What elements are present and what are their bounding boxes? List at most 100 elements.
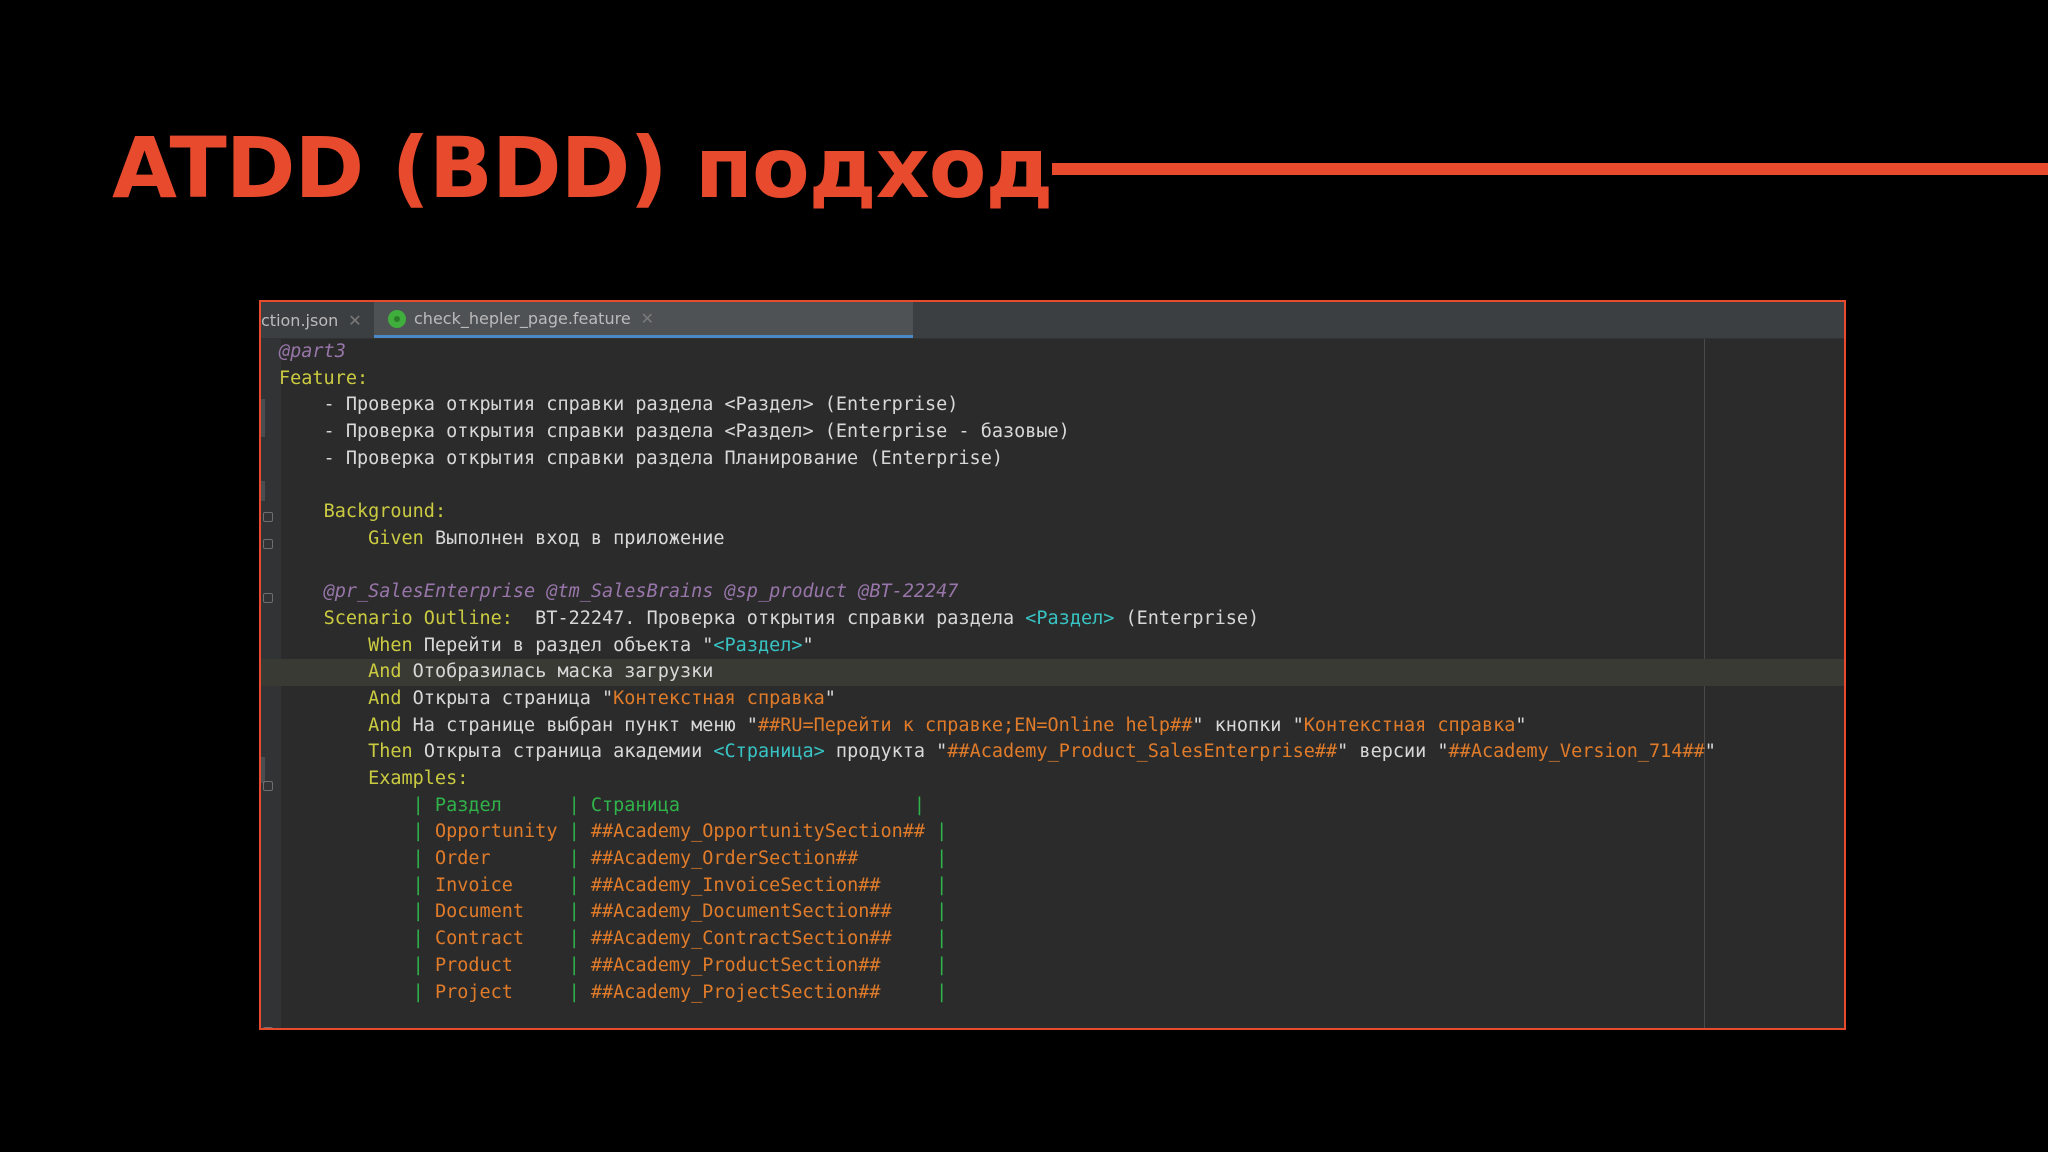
code-token: " — [824, 687, 836, 709]
code-token: And — [368, 661, 413, 683]
code-token: | — [412, 821, 435, 843]
code-token: BT-22247. Проверка открытия справки разд… — [524, 607, 1026, 629]
code-line[interactable] — [279, 553, 1844, 580]
code-token: Feature: — [279, 367, 369, 389]
code-token: Открыта страница академии — [423, 741, 714, 763]
fold-icon[interactable] — [263, 539, 273, 549]
code-line[interactable]: Given Выполнен вход в приложение — [279, 526, 1844, 553]
code-token: ##Academy_InvoiceSection## — [590, 874, 926, 896]
code-line[interactable]: - Проверка открытия справки раздела <Раз… — [279, 419, 1844, 446]
code-token: When — [368, 634, 424, 656]
code-token: Background: — [323, 501, 447, 523]
code-token: ##Academy_Product_SalesEnterprise## — [947, 741, 1338, 763]
code-token: @pr_SalesEnterprise @tm_SalesBrains @sp_… — [323, 581, 959, 603]
fold-icon[interactable] — [263, 593, 273, 603]
code-token: <Раздел> — [713, 634, 803, 656]
code-token: | — [925, 848, 948, 870]
code-line[interactable]: Feature: — [279, 366, 1844, 393]
code-token: | — [412, 954, 435, 976]
code-token: ##Academy_ContractSection## — [590, 928, 926, 950]
code-line[interactable]: And Отобразилась маска загрузки — [261, 659, 1844, 686]
code-token: | — [557, 874, 591, 896]
fold-icon[interactable] — [263, 1027, 273, 1028]
code-token: <Страница> — [713, 741, 825, 763]
code-area[interactable]: @part3 Feature: - Проверка открытия справ… — [261, 339, 1844, 1007]
code-line[interactable]: - Проверка открытия справки раздела <Раз… — [279, 392, 1844, 419]
code-token: - Проверка открытия справки раздела <Раз… — [279, 421, 1070, 443]
code-line[interactable]: - Проверка открытия справки раздела План… — [279, 446, 1844, 473]
tab-action-json[interactable]: ction.json ✕ — [261, 302, 372, 338]
code-token: Opportunity — [434, 821, 558, 843]
code-token: (Enterprise) — [1114, 607, 1260, 629]
code-line[interactable]: And На странице выбран пункт меню "##RU=… — [279, 713, 1844, 740]
code-line[interactable]: | Project | ##Academy_ProjectSection## | — [279, 980, 1844, 1007]
code-line[interactable]: @part3 — [279, 339, 1844, 366]
code-token: | — [557, 821, 591, 843]
code-line[interactable]: Then Открыта страница академии <Страница… — [279, 739, 1844, 766]
code-line[interactable]: | Document | ##Academy_DocumentSection##… — [279, 899, 1844, 926]
code-token: Открыта страница " — [412, 687, 614, 709]
code-token: | — [557, 981, 591, 1003]
code-line[interactable]: | Opportunity | ##Academy_OpportunitySec… — [279, 819, 1844, 846]
code-token: @part3 — [279, 341, 346, 362]
code-token: продукта " — [824, 741, 948, 763]
code-line[interactable]: When Перейти в раздел объекта "<Раздел>" — [279, 633, 1844, 660]
code-token: ##Academy_DocumentSection## — [590, 901, 926, 923]
code-line[interactable]: | Order | ##Academy_OrderSection## | — [279, 846, 1844, 873]
code-token: ##Academy_Version_714## — [1448, 741, 1705, 763]
code-line[interactable]: @pr_SalesEnterprise @tm_SalesBrains @sp_… — [279, 579, 1844, 606]
code-token: | — [925, 901, 948, 923]
code-token: " кнопки " — [1192, 714, 1304, 736]
code-token: ##Academy_ProjectSection## — [590, 981, 926, 1003]
code-token: | — [925, 981, 948, 1003]
code-token: Then — [368, 741, 424, 763]
code-token: Contract — [434, 928, 558, 950]
tab-check-hepler-page-feature[interactable]: check_hepler_page.feature ✕ — [374, 302, 913, 338]
fold-icon[interactable] — [263, 781, 273, 791]
code-token: | — [412, 981, 435, 1003]
code-token: - Проверка открытия справки раздела <Раз… — [279, 394, 959, 416]
code-token: | Раздел | Страница | — [412, 794, 926, 816]
code-token: ##Academy_OpportunitySection## — [590, 821, 926, 843]
code-line[interactable]: Background: — [279, 499, 1844, 526]
code-line[interactable]: | Раздел | Страница | — [279, 793, 1844, 820]
code-token: | — [925, 874, 948, 896]
code-token: | — [925, 928, 948, 950]
code-token: | — [412, 848, 435, 870]
code-line[interactable]: | Product | ##Academy_ProductSection## | — [279, 953, 1844, 980]
code-token: Контекстная справка — [613, 687, 825, 709]
fold-icon[interactable] — [263, 512, 273, 522]
tab-label: ction.json — [261, 310, 339, 330]
title-underline-rule — [1052, 163, 2048, 175]
close-icon[interactable]: ✕ — [348, 311, 361, 330]
slide-title: ATDD (BDD) подход — [112, 119, 1053, 217]
code-line[interactable]: Examples: — [279, 766, 1844, 793]
code-token: And — [368, 687, 413, 709]
code-line[interactable]: | Invoice | ##Academy_InvoiceSection## | — [279, 873, 1844, 900]
code-token: | — [925, 954, 948, 976]
code-line[interactable]: | Contract | ##Academy_ContractSection##… — [279, 926, 1844, 953]
gutter-change-marker — [261, 481, 265, 501]
close-icon[interactable]: ✕ — [641, 309, 654, 328]
code-token: Project — [434, 981, 558, 1003]
code-line[interactable] — [279, 472, 1844, 499]
code-line[interactable]: And Открыта страница "Контекстная справк… — [279, 686, 1844, 713]
code-token: ##RU=Перейти к справке;EN=Online help## — [757, 714, 1193, 736]
code-token: <Раздел> — [1025, 607, 1115, 629]
code-token: Scenario Outline: — [323, 607, 525, 629]
code-token: | — [412, 928, 435, 950]
code-line[interactable]: Scenario Outline: BT-22247. Проверка отк… — [279, 606, 1844, 633]
code-token: Отобразилась маска загрузки — [412, 661, 714, 683]
